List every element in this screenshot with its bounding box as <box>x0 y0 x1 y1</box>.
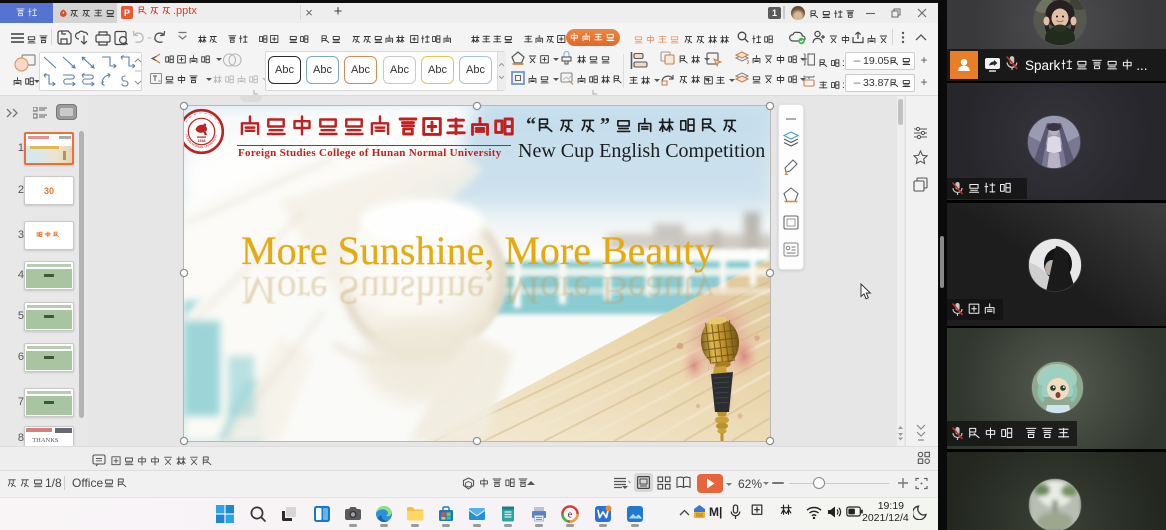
svg-text:1938: 1938 <box>198 139 206 143</box>
svg-text:e: e <box>568 509 573 520</box>
